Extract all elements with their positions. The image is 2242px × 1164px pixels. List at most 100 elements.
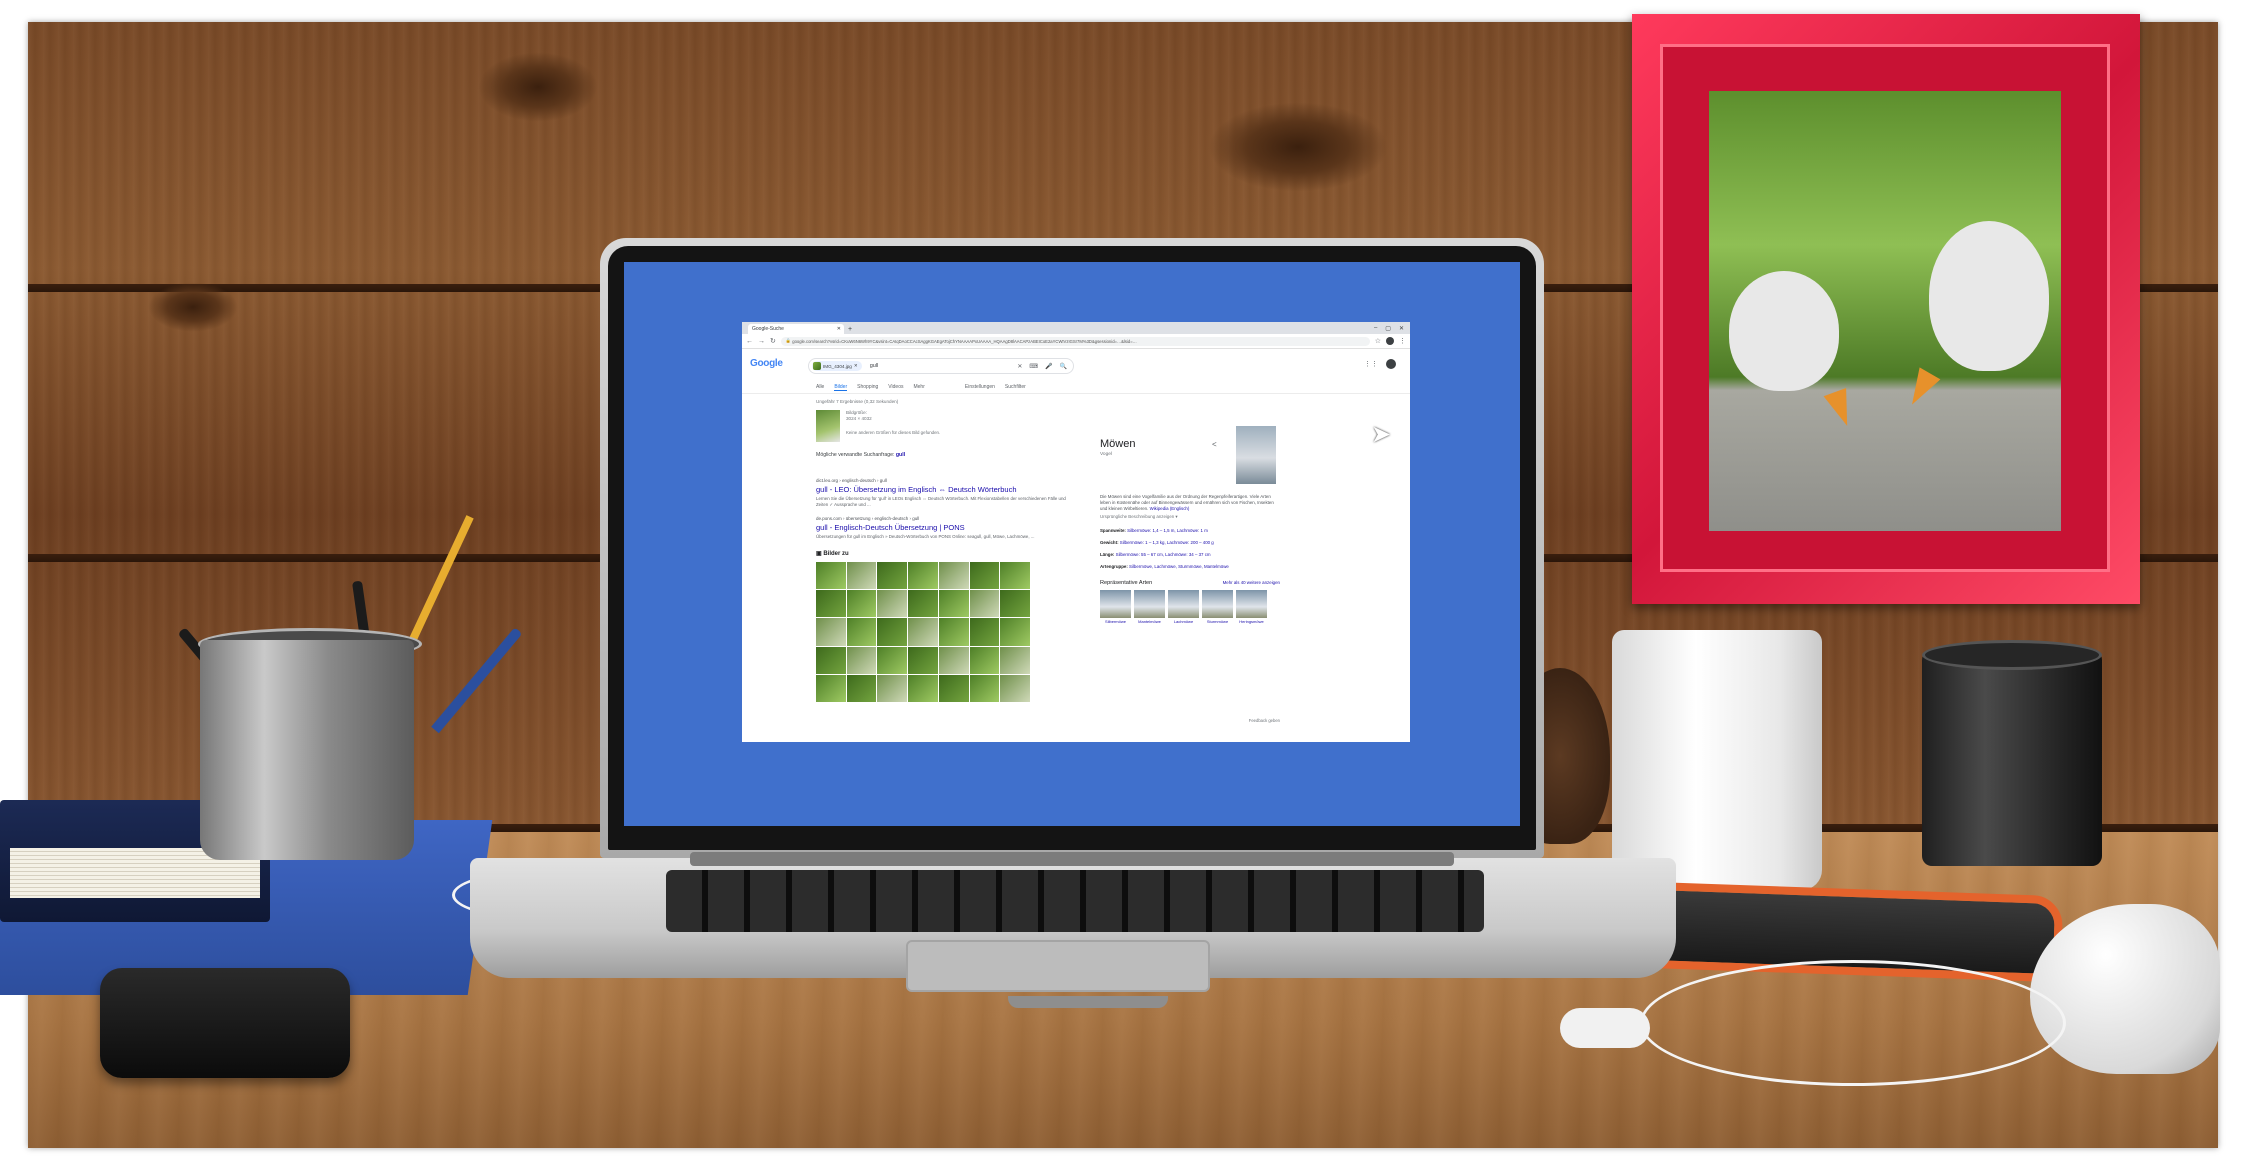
camera-lens-rim bbox=[1922, 640, 2102, 670]
image-result[interactable] bbox=[969, 618, 1000, 646]
kp-fact: Artengruppe: Silbermöwe, Lachmöwe, Sturm… bbox=[1100, 564, 1280, 570]
tab-images[interactable]: Bilder bbox=[834, 384, 848, 391]
tab-more[interactable]: Mehr bbox=[913, 384, 924, 391]
image-result[interactable] bbox=[816, 674, 846, 702]
kp-image[interactable] bbox=[1236, 426, 1276, 484]
species-name: Heringsmöwe bbox=[1239, 619, 1264, 624]
search-query[interactable]: gull bbox=[870, 363, 879, 369]
kp-facts: Spannweite: Silbermöwe: 1,4 – 1,5 m, Lac… bbox=[1100, 528, 1280, 570]
image-chip[interactable]: IMG_4304.jpg ✕ bbox=[812, 361, 862, 371]
species-card[interactable]: Lachmöwe bbox=[1168, 590, 1199, 625]
kp-more-link[interactable]: Ursprüngliche Beschreibung anzeigen ▾ bbox=[1100, 514, 1280, 520]
settings-link[interactable]: Einstellungen bbox=[965, 384, 995, 391]
new-tab-button[interactable]: + bbox=[848, 326, 852, 333]
tab-close-icon[interactable]: ✕ bbox=[837, 326, 841, 332]
fact-key: Artengruppe: bbox=[1100, 564, 1128, 569]
image-result[interactable] bbox=[816, 618, 846, 646]
image-result[interactable] bbox=[938, 618, 969, 646]
share-icon[interactable]: < bbox=[1212, 440, 1217, 449]
image-result[interactable] bbox=[846, 674, 877, 702]
image-result[interactable] bbox=[938, 674, 969, 702]
image-result[interactable] bbox=[877, 618, 908, 646]
image-result[interactable] bbox=[908, 618, 938, 646]
image-result[interactable] bbox=[816, 562, 846, 590]
image-result[interactable] bbox=[969, 562, 1000, 590]
browser-menu-icon[interactable]: ⋮ bbox=[1399, 337, 1406, 345]
image-result[interactable] bbox=[938, 562, 969, 590]
species-card[interactable]: Sturmmöwe bbox=[1202, 590, 1233, 625]
image-result[interactable] bbox=[1000, 646, 1030, 674]
image-result[interactable] bbox=[1000, 674, 1030, 702]
laptop-trackpad[interactable] bbox=[906, 940, 1210, 992]
tab-videos[interactable]: Videos bbox=[888, 384, 903, 391]
image-result[interactable] bbox=[877, 674, 908, 702]
species-card[interactable]: Mantelmöwe bbox=[1134, 590, 1165, 625]
image-result[interactable] bbox=[877, 646, 908, 674]
account-avatar[interactable] bbox=[1386, 359, 1396, 369]
fact-value[interactable]: Silbermöwe: 1 – 1,3 kg, Lachmöwe: 200 – … bbox=[1120, 540, 1214, 545]
image-result[interactable] bbox=[969, 646, 1000, 674]
image-result[interactable] bbox=[846, 618, 877, 646]
image-result[interactable] bbox=[938, 646, 969, 674]
reload-icon[interactable]: ↻ bbox=[770, 337, 776, 345]
image-result[interactable] bbox=[969, 674, 1000, 702]
fact-value[interactable]: Silbermöwe: 1,4 – 1,5 m, Lachmöwe: 1 m bbox=[1127, 528, 1208, 533]
mouse-cursor-icon: ➤ bbox=[1371, 421, 1392, 448]
tab-shopping[interactable]: Shopping bbox=[857, 384, 878, 391]
image-result[interactable] bbox=[908, 562, 938, 590]
search-icon[interactable]: 🔍 bbox=[1060, 363, 1067, 370]
laptop-keyboard bbox=[666, 870, 1484, 932]
keyboard-icon[interactable]: ⌨ bbox=[1029, 363, 1038, 370]
image-result[interactable] bbox=[846, 590, 877, 618]
image-result[interactable] bbox=[1000, 590, 1030, 618]
browser-window: Google-Suche ✕ + – ▢ ✕ ← → ↻ 🔒 google.co… bbox=[742, 322, 1410, 742]
browser-tab[interactable]: Google-Suche ✕ bbox=[748, 324, 844, 334]
image-result[interactable] bbox=[908, 674, 938, 702]
image-result[interactable] bbox=[846, 646, 877, 674]
close-window-button[interactable]: ✕ bbox=[1399, 325, 1404, 332]
bookmark-star-icon[interactable]: ☆ bbox=[1375, 337, 1381, 345]
image-result[interactable] bbox=[846, 562, 877, 590]
profile-avatar[interactable] bbox=[1386, 337, 1394, 345]
search-filter-link[interactable]: Suchfilter bbox=[1005, 384, 1026, 391]
species-image bbox=[1100, 590, 1131, 618]
back-icon[interactable]: ← bbox=[746, 338, 753, 345]
search-box[interactable]: IMG_4304.jpg ✕ gull ✕ ⌨ 🎤 🔍 bbox=[808, 358, 1074, 374]
image-result[interactable] bbox=[877, 590, 908, 618]
image-result[interactable] bbox=[969, 590, 1000, 618]
google-logo[interactable]: Google bbox=[750, 358, 783, 369]
maximize-button[interactable]: ▢ bbox=[1385, 325, 1391, 332]
image-result[interactable] bbox=[816, 646, 846, 674]
species-card[interactable]: Heringsmöwe bbox=[1236, 590, 1267, 625]
kp-fact: Länge: Silbermöwe: 55 – 67 cm, Lachmöwe:… bbox=[1100, 552, 1280, 558]
forward-icon[interactable]: → bbox=[758, 338, 765, 345]
species-image bbox=[1134, 590, 1165, 618]
kp-species-title: Repräsentative Arten bbox=[1100, 580, 1153, 586]
result-title-link[interactable]: gull - LEO: Übersetzung im Englisch ⇔ De… bbox=[816, 485, 1076, 494]
fact-value[interactable]: Silbermöwe: 55 – 67 cm, Lachmöwe: 34 – 3… bbox=[1116, 552, 1211, 557]
species-card[interactable]: Silbermöwe bbox=[1100, 590, 1131, 625]
image-result[interactable] bbox=[877, 562, 908, 590]
image-result[interactable] bbox=[816, 590, 846, 618]
tab-all[interactable]: Alle bbox=[816, 384, 824, 391]
kp-species-more[interactable]: Mehr als 40 weitere anzeigen bbox=[1223, 580, 1280, 586]
image-result[interactable] bbox=[1000, 618, 1030, 646]
query-image-thumbnail[interactable] bbox=[816, 410, 840, 442]
clear-icon[interactable]: ✕ bbox=[1017, 363, 1022, 370]
apps-grid-icon[interactable]: ⋮⋮ bbox=[1364, 360, 1378, 368]
search-result: de.pons.com › übersetzung › englisch-deu… bbox=[816, 516, 1076, 540]
kp-wiki-link[interactable]: Wikipedia (Englisch) bbox=[1150, 506, 1190, 511]
image-result[interactable] bbox=[908, 590, 938, 618]
address-bar[interactable]: 🔒 google.com/search?vsrid=CKuW6N6Wh9YC&v… bbox=[780, 336, 1370, 346]
species-image bbox=[1202, 590, 1233, 618]
feedback-link[interactable]: Feedback geben bbox=[1249, 718, 1280, 723]
minimize-button[interactable]: – bbox=[1374, 325, 1377, 332]
image-result[interactable] bbox=[938, 590, 969, 618]
image-result[interactable] bbox=[1000, 562, 1030, 590]
best-guess-link[interactable]: gull bbox=[896, 452, 905, 458]
result-title-link[interactable]: gull - Englisch-Deutsch Übersetzung | PO… bbox=[816, 523, 1076, 532]
image-result[interactable] bbox=[908, 646, 938, 674]
chip-close-icon[interactable]: ✕ bbox=[854, 363, 858, 369]
fact-value[interactable]: Silbermöwe, Lachmöwe, Sturmmöwe, Mantelm… bbox=[1129, 564, 1229, 569]
microphone-icon[interactable]: 🎤 bbox=[1045, 363, 1052, 370]
